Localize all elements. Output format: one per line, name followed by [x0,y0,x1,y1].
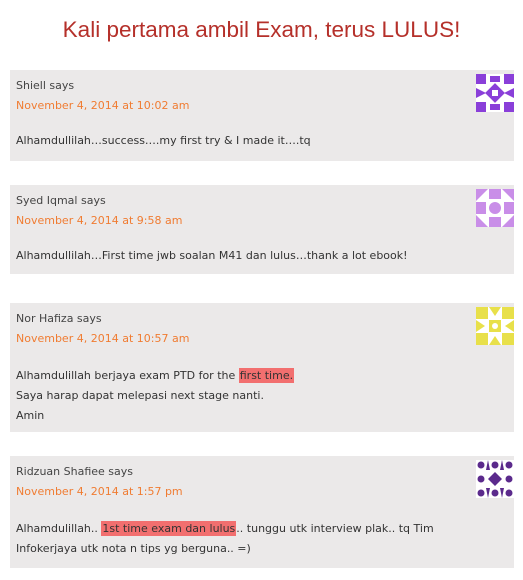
comment-card: Ridzuan Shafiee says November 4, 2014 at… [10,456,514,568]
comment-date-link[interactable]: November 4, 2014 at 10:57 am [16,331,508,347]
highlighted-text: first time. [238,368,295,383]
comment-text: Alhamdulillah.. 1st time exam dan lulus.… [16,519,465,559]
comment-author: Shiell says [16,79,75,92]
identicon-avatar [476,460,514,498]
comment-date-link[interactable]: November 4, 2014 at 9:58 am [16,213,508,229]
identicon-avatar [476,189,514,227]
comment-line: Amin [16,409,45,422]
highlighted-text: 1st time exam dan lulus [101,521,237,536]
comment-author: Syed Iqmal says [16,194,106,207]
comment-card: Nor Hafiza says November 4, 2014 at 10:5… [10,303,514,432]
comment-author: Nor Hafiza says [16,312,102,325]
comment-text: Alhamdullilah…success….my first try & I … [16,134,311,147]
comment-text-part: Alhamdulillah berjaya exam PTD for the [16,369,239,382]
comment-text: Alhamdullilah…First time jwb soalan M41 … [16,249,408,262]
comment-line: Alhamdulillah berjaya exam PTD for the f… [16,366,508,386]
comment-text: Alhamdulillah berjaya exam PTD for the f… [16,366,508,426]
identicon-avatar [476,307,514,345]
comment-card: Shiell says November 4, 2014 at 10:02 am… [10,70,514,161]
identicon-avatar [476,74,514,112]
comment-line: Saya harap dapat melepasi next stage nan… [16,389,264,402]
comment-date-link[interactable]: November 4, 2014 at 10:02 am [16,98,508,114]
comment-card: Syed Iqmal says November 4, 2014 at 9:58… [10,185,514,274]
comment-author: Ridzuan Shafiee says [16,465,134,478]
page-title: Kali pertama ambil Exam, terus LULUS! [62,17,461,42]
comment-text-part: Alhamdulillah.. [16,522,102,535]
comment-date-link[interactable]: November 4, 2014 at 1:57 pm [16,484,508,500]
